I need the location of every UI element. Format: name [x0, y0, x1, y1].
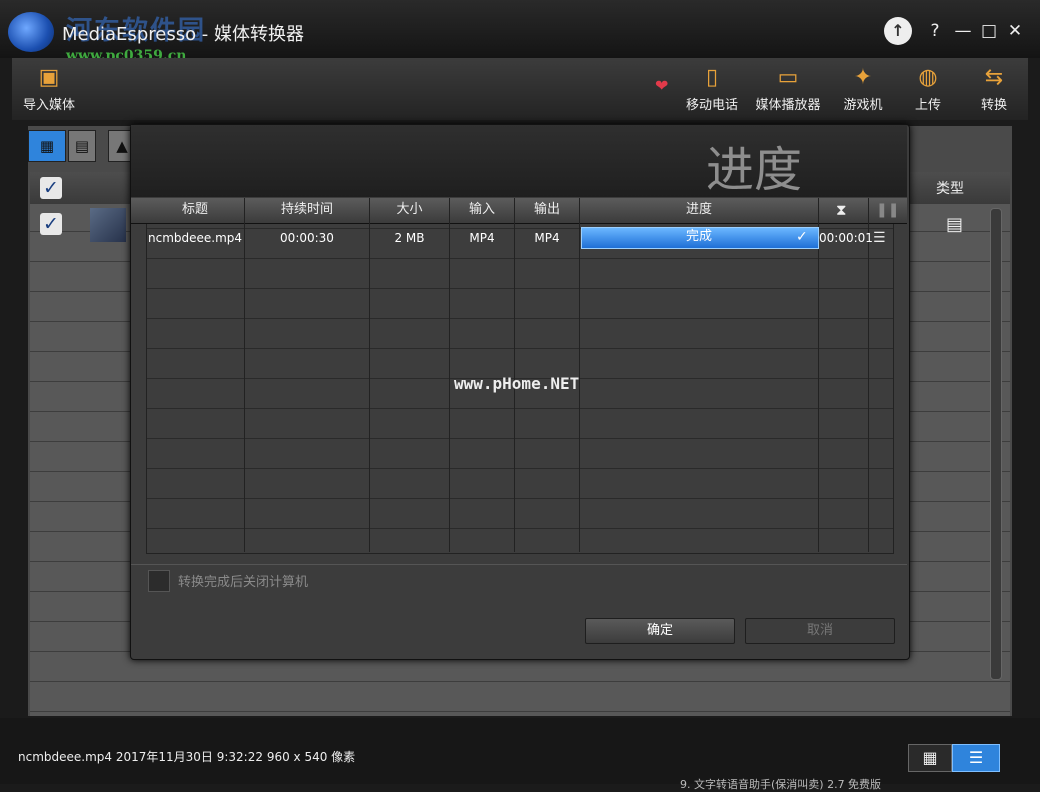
game-console-button[interactable]: ✦ 游戏机 — [836, 58, 890, 120]
window-title: MediaEspresso - 媒体转换器 — [62, 24, 305, 45]
background-window-text: 9. 文字转语音助手(保消叫卖) 2.7 免费版 — [680, 778, 882, 791]
col-duration: 持续时间 — [280, 202, 333, 217]
help-button[interactable]: ? — [922, 18, 948, 44]
media-player-button[interactable]: ▭ 媒体播放器 — [752, 58, 824, 120]
upgrade-button[interactable]: ↑ — [884, 17, 912, 45]
list-icon: ☰ — [968, 748, 984, 767]
column-divider — [868, 198, 869, 552]
col-progress: 进度 — [685, 202, 712, 217]
details-list-icon[interactable]: ☰ — [873, 230, 886, 246]
game-console-label: 游戏机 — [843, 98, 883, 113]
column-divider — [449, 198, 450, 552]
shutdown-checkbox[interactable] — [148, 570, 170, 592]
pause-icon[interactable]: ❚❚ — [876, 202, 899, 218]
close-button[interactable]: ✕ — [1002, 18, 1028, 44]
cell-output: MP4 — [534, 231, 560, 245]
upload-label: 上传 — [914, 98, 941, 113]
mobile-phone-label: 移动电话 — [685, 98, 738, 113]
shutdown-label: 转换完成后关闭计算机 — [178, 575, 309, 590]
convert-label: 转换 — [980, 98, 1007, 113]
hourglass-icon: ⧗ — [836, 201, 847, 219]
column-divider — [369, 198, 370, 552]
import-media-button[interactable]: ▣ 导入媒体 — [18, 58, 80, 120]
column-divider — [818, 198, 819, 552]
cell-input: MP4 — [469, 231, 495, 245]
cell-size: 2 MB — [394, 231, 425, 245]
grid-view-button[interactable]: ▦ — [908, 744, 952, 772]
photo-filter-button[interactable]: ▦ — [28, 130, 66, 162]
ok-button[interactable]: 确定 — [585, 618, 735, 644]
divider — [131, 564, 907, 565]
maximize-button[interactable]: □ — [976, 18, 1002, 44]
convert-button[interactable]: ⇆ 转换 — [968, 58, 1020, 120]
cell-duration: 00:00:30 — [280, 231, 334, 245]
dialog-title: 进度 — [706, 142, 803, 198]
cell-title: ncmbdeee.mp4 — [147, 231, 243, 245]
import-media-label: 导入媒体 — [22, 98, 75, 113]
import-media-icon: ▣ — [38, 65, 60, 90]
picture-icon: ▲ — [116, 137, 128, 155]
video-filter-button[interactable]: ▤ — [68, 130, 96, 162]
heart-icon[interactable]: ❤ — [655, 76, 668, 95]
game-console-icon: ✦ — [853, 65, 873, 90]
arrow-up-icon: ↑ — [891, 21, 905, 40]
convert-arrows-icon: ⇆ — [984, 65, 1004, 90]
minimize-button[interactable]: — — [950, 18, 976, 44]
video-type-icon: ▤ — [946, 214, 964, 235]
select-all-checkbox[interactable]: ✓ — [40, 177, 62, 199]
list-view-button[interactable]: ☰ — [952, 744, 1000, 772]
app-logo-icon — [8, 12, 54, 52]
type-column-header: 类型 — [936, 181, 964, 197]
progress-status: 完成 — [685, 229, 712, 244]
film-icon: ▤ — [74, 137, 90, 155]
status-text: ncmbdeee.mp4 2017年11月30日 9:32:22 960 x 5… — [18, 750, 356, 764]
photo-music-icon: ▦ — [39, 137, 55, 155]
row-checkbox[interactable]: ✓ — [40, 213, 62, 235]
media-player-icon: ▭ — [777, 65, 799, 90]
media-player-label: 媒体播放器 — [755, 98, 821, 113]
col-input: 输入 — [468, 202, 495, 217]
media-thumbnail[interactable] — [90, 208, 126, 242]
checkmark-icon: ✓ — [796, 229, 808, 245]
grid-icon: ▦ — [922, 748, 938, 767]
scrollbar[interactable] — [990, 208, 1002, 680]
upload-button[interactable]: ◍ 上传 — [904, 58, 952, 120]
cancel-button[interactable]: 取消 — [745, 618, 895, 644]
col-title: 标题 — [181, 202, 208, 217]
column-divider — [244, 198, 245, 552]
mobile-phone-button[interactable]: ▯ 移动电话 — [682, 58, 742, 120]
col-output: 输出 — [533, 202, 560, 217]
globe-upload-icon: ◍ — [918, 65, 938, 90]
cell-elapsed: 00:00:01 — [819, 231, 873, 245]
watermark-phome: www.pHome.NET — [454, 374, 580, 393]
mobile-phone-icon: ▯ — [705, 65, 719, 90]
col-size: 大小 — [396, 202, 423, 217]
